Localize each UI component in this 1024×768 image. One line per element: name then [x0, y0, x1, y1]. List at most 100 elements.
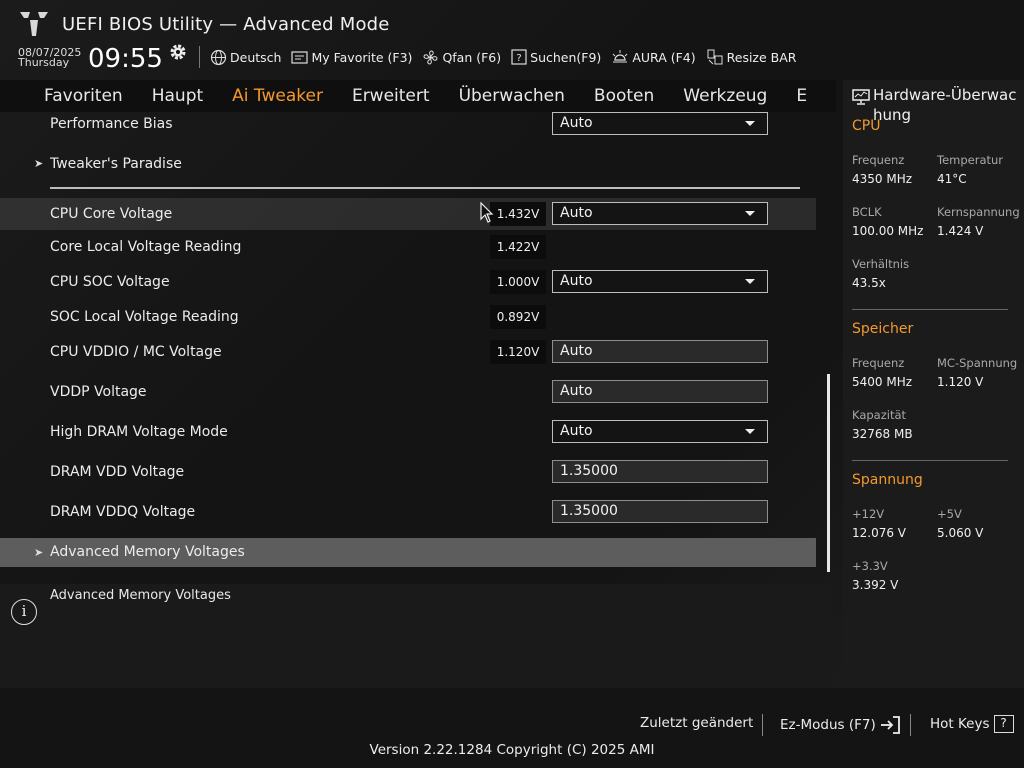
- setting-row-soc-local-voltage: SOC Local Voltage Reading 0.892V: [0, 301, 816, 333]
- aura-icon: [612, 49, 628, 62]
- section-divider: [852, 460, 1008, 461]
- hot-keys-button[interactable]: Hot Keys ?: [930, 715, 1014, 733]
- help-key-icon: ?: [993, 715, 1014, 733]
- globe-icon: [210, 49, 227, 65]
- tab-booten[interactable]: Booten: [594, 86, 654, 106]
- tuf-logo-icon: [20, 12, 48, 36]
- page-title: UEFI BIOS Utility — Advanced Mode: [62, 14, 390, 35]
- settings-panel: Performance Bias Auto ➤ Tweaker's Paradi…: [0, 112, 833, 578]
- monitor-icon: [852, 89, 870, 105]
- setting-row-cpu-soc-voltage: CPU SOC Voltage 1.000V Auto: [0, 266, 816, 298]
- info-icon: i: [11, 599, 37, 625]
- mc-voltage-value: 1.120 V: [937, 375, 984, 389]
- ratio-value: 43.5x: [852, 276, 886, 290]
- title-line-1: Hardware-Überwac: [873, 86, 1017, 104]
- tab-ai-tweaker[interactable]: Ai Tweaker: [232, 86, 323, 106]
- tab-ueberwachen[interactable]: Überwachen: [459, 86, 565, 106]
- cpu-freq-label: Frequenz: [852, 153, 905, 167]
- qfan-button[interactable]: Qfan (F6): [422, 49, 501, 66]
- search-button[interactable]: ? Suchen(F9): [511, 49, 601, 65]
- tab-haupt[interactable]: Haupt: [152, 86, 203, 106]
- mc-voltage-label: MC-Spannung: [937, 356, 1018, 370]
- v12-value: 12.076 V: [852, 526, 907, 540]
- submenu-tweakers-paradise[interactable]: ➤ Tweaker's Paradise: [0, 148, 816, 180]
- ez-mode-button[interactable]: Ez-Modus (F7): [780, 715, 901, 735]
- language-button[interactable]: Deutsch: [210, 49, 281, 66]
- toolbar: Deutsch My Favorite (F3) Qfan (F6) ? Suc…: [210, 46, 806, 68]
- main-tabs: Favoriten Haupt Ai Tweaker Erweitert Übe…: [0, 80, 836, 112]
- setting-label: DRAM VDD Voltage: [50, 464, 185, 480]
- bclk-value: 100.00 MHz: [852, 224, 924, 238]
- submenu-label: Advanced Memory Voltages: [50, 544, 245, 560]
- tab-favoriten[interactable]: Favoriten: [44, 86, 123, 106]
- setting-label: CPU VDDIO / MC Voltage: [50, 344, 222, 360]
- field-value: 1.35000: [560, 463, 618, 479]
- search-help-icon: ?: [511, 49, 527, 65]
- favorite-icon: [291, 50, 309, 64]
- arrow-right-icon: ➤: [34, 157, 44, 170]
- chevron-down-icon: [745, 211, 755, 216]
- version-text: Version 2.22.1284 Copyright (C) 2025 AMI: [369, 742, 655, 758]
- v33-value: 3.392 V: [852, 578, 899, 592]
- aura-label: AURA (F4): [632, 49, 696, 65]
- dropdown-value: Auto: [560, 273, 593, 289]
- setting-row-vddp-voltage: VDDP Voltage Auto: [0, 376, 816, 408]
- tab-werkzeug[interactable]: Werkzeug: [683, 86, 767, 106]
- resize-bar-button[interactable]: Resize BAR: [706, 48, 797, 66]
- capacity-label: Kapazität: [852, 408, 907, 422]
- resize-bar-label: Resize BAR: [726, 49, 797, 65]
- v33-label: +3.3V: [852, 559, 888, 573]
- footer-divider: [762, 714, 763, 736]
- submenu-advanced-memory-voltages[interactable]: ➤ Advanced Memory Voltages: [0, 538, 816, 567]
- setting-label: Core Local Voltage Reading: [50, 239, 242, 255]
- cpu-freq-value: 4350 MHz: [852, 172, 913, 186]
- setting-row-dram-vdd-voltage: DRAM VDD Voltage 1.35000: [0, 456, 816, 488]
- last-changed-button[interactable]: Zuletzt geändert: [640, 715, 753, 731]
- svg-text:?: ?: [516, 53, 521, 64]
- search-label: Suchen(F9): [530, 49, 602, 65]
- tab-erweitert[interactable]: Erweitert: [352, 86, 430, 106]
- voltage-reading: 1.422V: [490, 235, 546, 259]
- dram-vdd-voltage-field[interactable]: 1.35000: [552, 460, 768, 483]
- field-value: 1.35000: [560, 503, 618, 519]
- voltage-reading: 1.432V: [490, 202, 546, 226]
- arrow-right-icon: ➤: [34, 546, 44, 559]
- tab-exit[interactable]: E: [796, 86, 807, 106]
- mem-freq-value: 5400 MHz: [852, 375, 913, 389]
- chevron-down-icon: [745, 429, 755, 434]
- dropdown-value: Auto: [560, 115, 593, 131]
- capacity-value: 32768 MB: [852, 427, 913, 441]
- cpu-soc-voltage-dropdown[interactable]: Auto: [552, 270, 768, 293]
- scrollbar-thumb[interactable]: [827, 374, 830, 572]
- dram-vddq-voltage-field[interactable]: 1.35000: [552, 500, 768, 523]
- dropdown-value: Auto: [560, 423, 593, 439]
- v12-label: +12V: [852, 507, 885, 521]
- setting-row-cpu-core-voltage: CPU Core Voltage 1.432V Auto: [0, 198, 816, 230]
- fan-icon: [424, 50, 438, 64]
- performance-bias-dropdown[interactable]: Auto: [552, 112, 768, 135]
- voltage-section-title: Spannung: [852, 472, 923, 488]
- my-favorite-button[interactable]: My Favorite (F3): [291, 50, 412, 65]
- cpu-section-title: CPU: [852, 118, 881, 134]
- memory-section-title: Speicher: [852, 321, 914, 337]
- core-voltage-label: Kernspannung: [937, 205, 1020, 219]
- gear-icon[interactable]: [168, 42, 188, 62]
- aura-button[interactable]: AURA (F4): [611, 49, 696, 66]
- setting-row-high-dram-voltage-mode: High DRAM Voltage Mode Auto: [0, 416, 816, 448]
- v5-label: +5V: [937, 507, 962, 521]
- cpu-core-voltage-dropdown[interactable]: Auto: [552, 202, 768, 225]
- ez-mode-label: Ez-Modus (F7): [780, 717, 876, 733]
- top-bar: UEFI BIOS Utility — Advanced Mode 08/07/…: [0, 0, 1024, 80]
- setting-label: Performance Bias: [50, 116, 173, 132]
- chevron-down-icon: [745, 121, 755, 126]
- voltage-reading: 1.000V: [490, 270, 546, 294]
- section-divider: [50, 187, 800, 189]
- resize-bar-icon: [707, 49, 723, 65]
- high-dram-voltage-mode-dropdown[interactable]: Auto: [552, 420, 768, 443]
- setting-label: DRAM VDDQ Voltage: [50, 504, 196, 520]
- cpu-vddio-field[interactable]: Auto: [552, 340, 768, 363]
- field-value: Auto: [560, 343, 593, 359]
- setting-label: CPU SOC Voltage: [50, 274, 170, 290]
- voltage-reading: 0.892V: [490, 305, 546, 329]
- vddp-voltage-field[interactable]: Auto: [552, 380, 768, 403]
